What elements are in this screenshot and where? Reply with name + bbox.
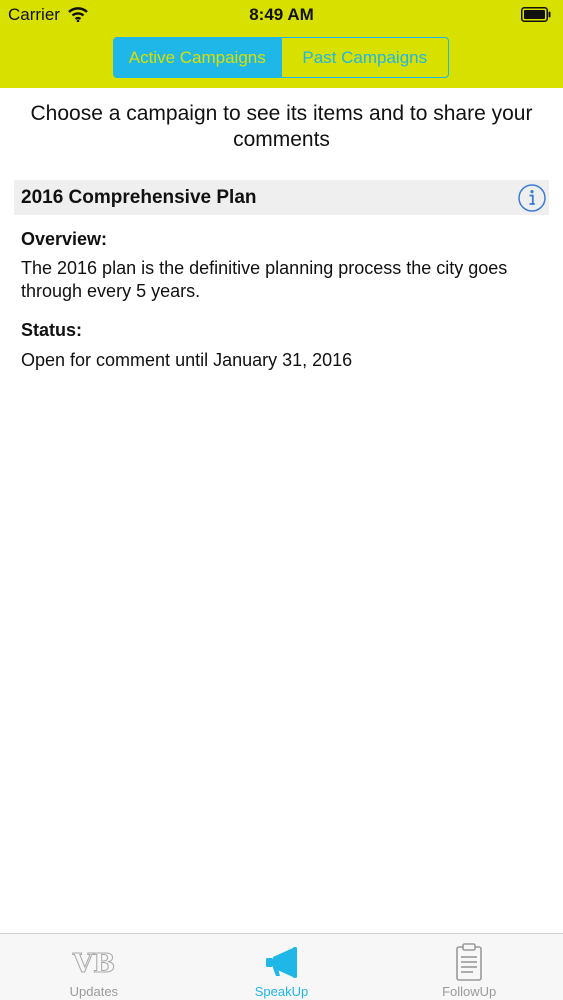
tab-followup[interactable]: FollowUp (375, 934, 563, 1000)
app-header: Carrier 8:49 AM Active Campaigns Past Ca… (0, 0, 563, 88)
status-text: Open for comment until January 31, 2016 (21, 350, 353, 370)
tab-speakup-label: SpeakUp (254, 984, 309, 999)
megaphone-icon (265, 947, 297, 978)
campaign-row[interactable]: 2016 Comprehensive Plan (14, 180, 549, 215)
battery-icon (521, 7, 551, 22)
svg-text:VB: VB (72, 949, 115, 979)
overview-text: The 2016 plan is the definitive planning… (21, 258, 508, 301)
tab-followup-label: FollowUp (442, 984, 497, 999)
status-label: Status: (21, 320, 83, 340)
status-bar: Carrier 8:49 AM (0, 0, 563, 30)
tab-updates[interactable]: VB Updates (0, 934, 188, 1000)
campaign-title[interactable]: 2016 Comprehensive Plan (21, 187, 257, 209)
past-campaigns-tab[interactable]: Past Campaigns (280, 38, 449, 77)
intro-text: Choose a campaign to see its items and t… (30, 102, 533, 151)
info-icon[interactable] (517, 183, 547, 213)
campaign-segmented-control: Active Campaigns Past Campaigns (113, 37, 449, 78)
active-campaigns-tab[interactable]: Active Campaigns (114, 38, 281, 77)
tab-speakup[interactable]: SpeakUp (188, 934, 376, 1000)
status-time: 8:49 AM (249, 5, 314, 24)
overview-label: Overview: (21, 229, 108, 249)
vb-logo-icon: VB (72, 949, 116, 980)
tab-updates-label: Updates (69, 984, 119, 999)
tab-bar: VB Updates SpeakUp FollowUp (0, 933, 563, 1000)
clipboard-icon (456, 943, 482, 981)
